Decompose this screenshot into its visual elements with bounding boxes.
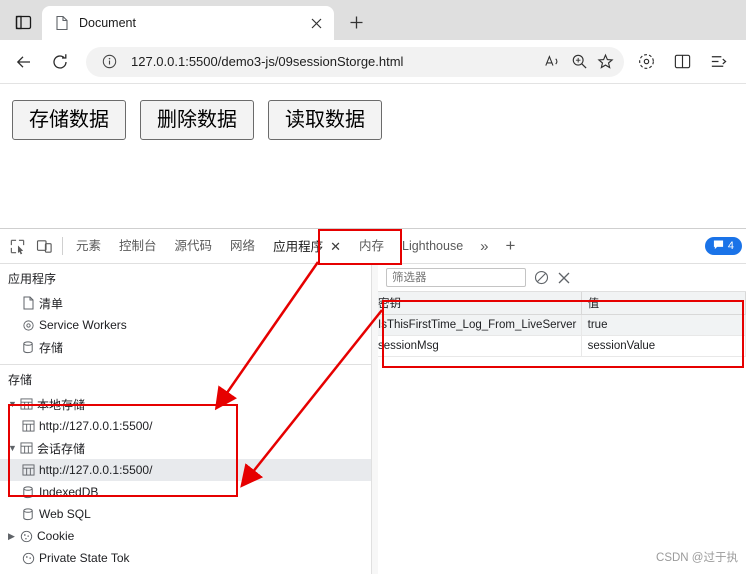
panel-splitter[interactable]: [372, 264, 378, 574]
cookie-icon: [22, 552, 39, 565]
cell-key[interactable]: IsThisFirstTime_Log_From_LiveServer: [372, 315, 581, 336]
sidebar-item-private-state-tokens[interactable]: Private State Tok: [0, 547, 371, 569]
sidebar-item-manifest[interactable]: 清单: [0, 292, 371, 314]
watermark: CSDN @过于执: [656, 549, 738, 565]
column-header-value[interactable]: 值: [581, 292, 745, 315]
browser-tab-strip: Document: [0, 0, 746, 40]
device-toolbar-icon[interactable]: [31, 233, 58, 259]
tab-application[interactable]: 应用程序 ✕: [264, 230, 350, 263]
devtools-panel: 元素 控制台 源代码 网络 应用程序✕ 内存 Lighthouse » + 4 …: [0, 228, 746, 574]
column-header-key[interactable]: 密钥: [372, 292, 581, 315]
reload-icon[interactable]: [44, 46, 76, 78]
issues-badge[interactable]: 4: [705, 237, 742, 255]
sidebar-item-label: 存储: [39, 339, 63, 356]
devtools-tabbar: 元素 控制台 源代码 网络 应用程序 ✕ 内存 Lighthouse » + 4: [0, 229, 746, 264]
cell-key[interactable]: sessionMsg: [372, 336, 581, 357]
close-icon[interactable]: [557, 271, 571, 285]
sidebar-item-local-storage[interactable]: ▼ 本地存储: [0, 393, 371, 415]
database-icon: [22, 486, 39, 499]
sidebar-item-label: Service Workers: [39, 318, 127, 332]
plus-icon[interactable]: [342, 8, 370, 36]
database-icon: [22, 341, 39, 354]
sidebar-item-label: Web SQL: [39, 507, 91, 521]
plus-icon[interactable]: +: [497, 236, 525, 256]
sidebar-item-session-storage-origin[interactable]: http://127.0.0.1:5500/: [0, 459, 371, 481]
sidebar-section-application: 应用程序: [0, 264, 371, 292]
table-icon: [22, 420, 39, 432]
page-content: 存储数据 删除数据 读取数据: [0, 84, 746, 214]
browser-tab[interactable]: Document: [42, 6, 334, 40]
sidebar-section-storage: 存储: [0, 365, 371, 393]
read-data-button[interactable]: 读取数据: [268, 100, 382, 140]
split-screen-icon[interactable]: [666, 46, 698, 78]
table-icon: [20, 398, 37, 410]
sidebar-item-label: http://127.0.0.1:5500/: [39, 419, 152, 433]
tab-application-label: 应用程序: [273, 240, 323, 254]
tab-title: Document: [79, 16, 306, 30]
sidebar-item-label: 会话存储: [37, 440, 85, 457]
no-entry-icon[interactable]: [534, 270, 549, 285]
sidebar-item-service-workers[interactable]: Service Workers: [0, 314, 371, 336]
collections-icon[interactable]: [630, 46, 662, 78]
sidebar-item-label: 清单: [39, 295, 63, 312]
toolbar-divider: [62, 237, 63, 255]
issues-count: 4: [728, 240, 734, 252]
storage-key-value-table: 密钥 值 IsThisFirstTime_Log_From_LiveServer…: [372, 292, 746, 357]
database-icon: [22, 508, 39, 521]
tab-network[interactable]: 网络: [221, 230, 264, 263]
settings-more-icon[interactable]: [702, 46, 734, 78]
store-data-button[interactable]: 存储数据: [12, 100, 126, 140]
sidebar-item-label: http://127.0.0.1:5500/: [39, 463, 152, 477]
tab-memory[interactable]: 内存: [350, 230, 393, 263]
table-header-row: 密钥 值: [372, 292, 746, 315]
table-row[interactable]: IsThisFirstTime_Log_From_LiveServer true: [372, 315, 746, 336]
tab-sources[interactable]: 源代码: [166, 230, 222, 263]
devtools-body: 应用程序 清单 Service Workers: [0, 264, 746, 574]
table-row[interactable]: sessionMsg sessionValue: [372, 336, 746, 357]
table-icon: [22, 464, 39, 476]
sidebar-item-session-storage[interactable]: ▼ 会话存储: [0, 437, 371, 459]
restore-window-icon[interactable]: [6, 7, 40, 37]
sidebar-item-local-storage-origin[interactable]: http://127.0.0.1:5500/: [0, 415, 371, 437]
cookie-icon: [20, 530, 37, 543]
star-icon[interactable]: [592, 49, 618, 75]
sidebar-item-label: 本地存储: [37, 396, 85, 413]
browser-toolbar: 127.0.0.1:5500/demo3-js/09sessionStorge.…: [0, 40, 746, 84]
arrow-left-icon[interactable]: [8, 46, 40, 78]
address-bar[interactable]: 127.0.0.1:5500/demo3-js/09sessionStorge.…: [86, 47, 624, 77]
close-icon[interactable]: [306, 13, 326, 33]
tab-console[interactable]: 控制台: [110, 230, 166, 263]
devtools-sidebar: 应用程序 清单 Service Workers: [0, 264, 372, 574]
chevron-down-icon[interactable]: ▼: [8, 399, 20, 409]
chevron-double-right-icon[interactable]: »: [472, 238, 496, 255]
cell-value[interactable]: true: [581, 315, 745, 336]
tab-elements[interactable]: 元素: [67, 230, 110, 263]
close-icon[interactable]: ✕: [330, 239, 341, 254]
devtools-content: 密钥 值 IsThisFirstTime_Log_From_LiveServer…: [372, 264, 746, 574]
magnifier-icon[interactable]: [566, 49, 592, 75]
tab-lighthouse[interactable]: Lighthouse: [393, 230, 472, 263]
info-circle-icon[interactable]: [96, 49, 122, 75]
delete-data-button[interactable]: 删除数据: [140, 100, 254, 140]
read-aloud-icon[interactable]: [540, 49, 566, 75]
sidebar-item-label: Private State Tok: [39, 551, 130, 565]
manifest-icon: [22, 296, 39, 310]
table-icon: [20, 442, 37, 454]
cell-value[interactable]: sessionValue: [581, 336, 745, 357]
chevron-down-icon[interactable]: ▼: [8, 443, 20, 453]
sidebar-item-storage[interactable]: 存储: [0, 336, 371, 358]
gear-icon: [22, 319, 39, 332]
sidebar-item-cookie[interactable]: ▶ Cookie: [0, 525, 371, 547]
document-icon: [54, 15, 70, 31]
filter-bar: [372, 264, 746, 292]
sidebar-item-web-sql[interactable]: Web SQL: [0, 503, 371, 525]
filter-input[interactable]: [386, 268, 526, 287]
chevron-right-icon[interactable]: ▶: [8, 531, 20, 542]
chat-bubble-icon: [713, 239, 724, 253]
address-bar-url: 127.0.0.1:5500/demo3-js/09sessionStorge.…: [131, 54, 540, 69]
inspect-element-icon[interactable]: [4, 233, 31, 259]
sidebar-item-label: IndexedDB: [39, 485, 98, 499]
sidebar-item-indexeddb[interactable]: IndexedDB: [0, 481, 371, 503]
sidebar-item-label: Cookie: [37, 529, 74, 543]
